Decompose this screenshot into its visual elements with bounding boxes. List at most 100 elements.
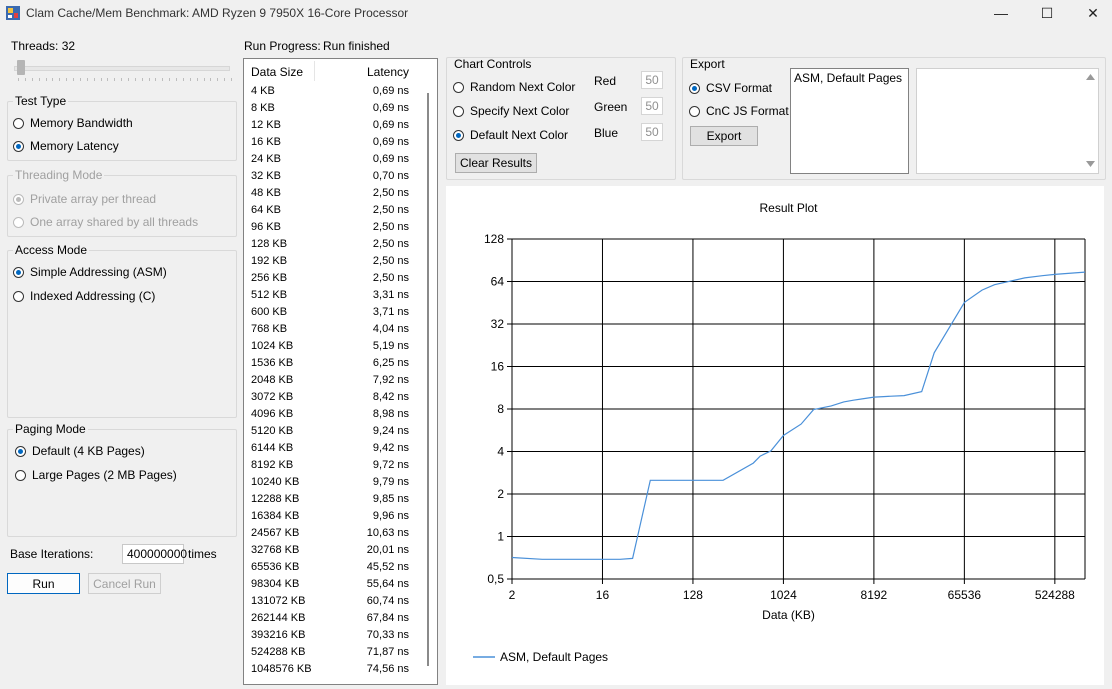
- base-iterations-input[interactable]: 400000000: [122, 544, 187, 564]
- data-size-cell: 393216 KB: [251, 629, 306, 641]
- table-row[interactable]: 524288 KB 71,87 ns: [244, 645, 424, 662]
- table-row[interactable]: 1048576 KB 74,56 ns: [244, 662, 424, 679]
- slider-tick: [182, 78, 184, 81]
- minimize-button[interactable]: —: [978, 0, 1024, 26]
- export-series-list[interactable]: ASM, Default Pages: [790, 68, 909, 174]
- slider-thumb[interactable]: [17, 60, 25, 75]
- run-button[interactable]: Run: [7, 573, 80, 594]
- table-row[interactable]: 10240 KB 9,79 ns: [244, 475, 424, 492]
- data-size-cell: 256 KB: [251, 272, 288, 284]
- table-row[interactable]: 8192 KB 9,72 ns: [244, 458, 424, 475]
- data-size-cell: 768 KB: [251, 323, 288, 335]
- data-size-cell: 98304 KB: [251, 578, 300, 590]
- radio-icon: [15, 469, 26, 481]
- large-pages-radio[interactable]: Large Pages (2 MB Pages): [15, 468, 177, 482]
- table-row[interactable]: 256 KB 2,50 ns: [244, 271, 424, 288]
- export-scrollbar[interactable]: [1083, 69, 1098, 173]
- data-size-cell: 4 KB: [251, 85, 275, 97]
- radio-selected-icon: [13, 266, 24, 278]
- latency-cell: 4,04 ns: [372, 323, 409, 335]
- latency-cell: 55,64 ns: [366, 578, 409, 590]
- export-output-textbox[interactable]: [916, 68, 1099, 174]
- default-color-radio[interactable]: Default Next Color: [453, 128, 568, 142]
- scroll-down-icon[interactable]: [1086, 161, 1095, 167]
- shared-array-radio[interactable]: One array shared by all threads: [13, 215, 198, 229]
- series-list-item[interactable]: ASM, Default Pages: [794, 71, 902, 85]
- table-row[interactable]: 393216 KB 70,33 ns: [244, 628, 424, 645]
- table-row[interactable]: 512 KB 3,31 ns: [244, 288, 424, 305]
- list-scrollbar[interactable]: [422, 93, 436, 666]
- table-row[interactable]: 2048 KB 7,92 ns: [244, 373, 424, 390]
- red-input[interactable]: 50: [641, 71, 663, 89]
- private-array-radio[interactable]: Private array per thread: [13, 192, 156, 206]
- table-row[interactable]: 8 KB 0,69 ns: [244, 101, 424, 118]
- latency-cell: 6,25 ns: [372, 357, 409, 369]
- table-row[interactable]: 3072 KB 8,42 ns: [244, 390, 424, 407]
- table-row[interactable]: 600 KB 3,71 ns: [244, 305, 424, 322]
- table-row[interactable]: 128 KB 2,50 ns: [244, 237, 424, 254]
- random-color-radio[interactable]: Random Next Color: [453, 80, 575, 94]
- specify-color-radio[interactable]: Specify Next Color: [453, 104, 569, 118]
- red-label: Red: [594, 74, 617, 88]
- csv-format-radio[interactable]: CSV Format: [689, 81, 772, 95]
- clear-results-button[interactable]: Clear Results: [455, 153, 537, 173]
- table-row[interactable]: 48 KB 2,50 ns: [244, 186, 424, 203]
- slider-tick: [148, 78, 150, 81]
- latency-cell: 9,24 ns: [372, 425, 409, 437]
- table-row[interactable]: 12 KB 0,69 ns: [244, 118, 424, 135]
- x-tick-label: 524288: [1035, 588, 1075, 602]
- table-row[interactable]: 32 KB 0,70 ns: [244, 169, 424, 186]
- table-row[interactable]: 24567 KB 10,63 ns: [244, 526, 424, 543]
- maximize-button[interactable]: ☐: [1024, 0, 1070, 26]
- column-header-latency[interactable]: Latency: [367, 65, 409, 79]
- table-row[interactable]: 6144 KB 9,42 ns: [244, 441, 424, 458]
- table-row[interactable]: 16 KB 0,69 ns: [244, 135, 424, 152]
- access-mode-title: Access Mode: [13, 243, 90, 257]
- indexed-addressing-radio[interactable]: Indexed Addressing (C): [13, 289, 155, 303]
- results-list[interactable]: Data Size Latency 4 KB 0,69 ns 8 KB 0,69 ns…: [243, 58, 438, 685]
- table-row[interactable]: 1536 KB 6,25 ns: [244, 356, 424, 373]
- simple-addressing-radio[interactable]: Simple Addressing (ASM): [13, 265, 167, 279]
- cancel-run-button[interactable]: Cancel Run: [88, 573, 161, 594]
- close-button[interactable]: ✕: [1070, 0, 1112, 26]
- table-row[interactable]: 64 KB 2,50 ns: [244, 203, 424, 220]
- table-row[interactable]: 4 KB 0,69 ns: [244, 84, 424, 101]
- list-header: Data Size Latency: [244, 59, 424, 83]
- cnc-js-format-radio[interactable]: CnC JS Format: [689, 104, 789, 118]
- export-button[interactable]: Export: [690, 126, 758, 146]
- export-group: Export CSV Format CnC JS Format Export A…: [682, 57, 1106, 180]
- table-row[interactable]: 96 KB 2,50 ns: [244, 220, 424, 237]
- table-row[interactable]: 5120 KB 9,24 ns: [244, 424, 424, 441]
- radio-label: Indexed Addressing (C): [30, 289, 156, 303]
- slider-tick: [224, 78, 226, 81]
- green-input[interactable]: 50: [641, 97, 663, 115]
- column-header-data-size[interactable]: Data Size: [251, 65, 303, 79]
- default-pages-radio[interactable]: Default (4 KB Pages): [15, 444, 145, 458]
- table-row[interactable]: 65536 KB 45,52 ns: [244, 560, 424, 577]
- table-row[interactable]: 768 KB 4,04 ns: [244, 322, 424, 339]
- slider-tick: [52, 78, 54, 81]
- data-size-cell: 131072 KB: [251, 595, 306, 607]
- table-row[interactable]: 1024 KB 5,19 ns: [244, 339, 424, 356]
- blue-input[interactable]: 50: [641, 123, 663, 141]
- threads-slider[interactable]: [10, 58, 232, 84]
- table-row[interactable]: 24 KB 0,69 ns: [244, 152, 424, 169]
- red-value: 50: [645, 73, 659, 87]
- table-row[interactable]: 12288 KB 9,85 ns: [244, 492, 424, 509]
- table-row[interactable]: 32768 KB 20,01 ns: [244, 543, 424, 560]
- slider-tick: [210, 78, 212, 81]
- data-size-cell: 1048576 KB: [251, 663, 312, 675]
- table-row[interactable]: 131072 KB 60,74 ns: [244, 594, 424, 611]
- radio-selected-icon: [13, 193, 24, 205]
- result-plot-svg: Result Plot 0,5 1 2 4 8 16 32 64 128 2 16 128 1024 819…: [473, 201, 1086, 664]
- memory-latency-radio[interactable]: Memory Latency: [13, 139, 119, 153]
- memory-bandwidth-radio[interactable]: Memory Bandwidth: [13, 116, 133, 130]
- table-row[interactable]: 262144 KB 67,84 ns: [244, 611, 424, 628]
- table-row[interactable]: 192 KB 2,50 ns: [244, 254, 424, 271]
- table-row[interactable]: 4096 KB 8,98 ns: [244, 407, 424, 424]
- scrollbar-thumb[interactable]: [427, 93, 429, 666]
- scroll-up-icon[interactable]: [1086, 74, 1095, 80]
- app-icon: [6, 6, 20, 20]
- table-row[interactable]: 98304 KB 55,64 ns: [244, 577, 424, 594]
- table-row[interactable]: 16384 KB 9,96 ns: [244, 509, 424, 526]
